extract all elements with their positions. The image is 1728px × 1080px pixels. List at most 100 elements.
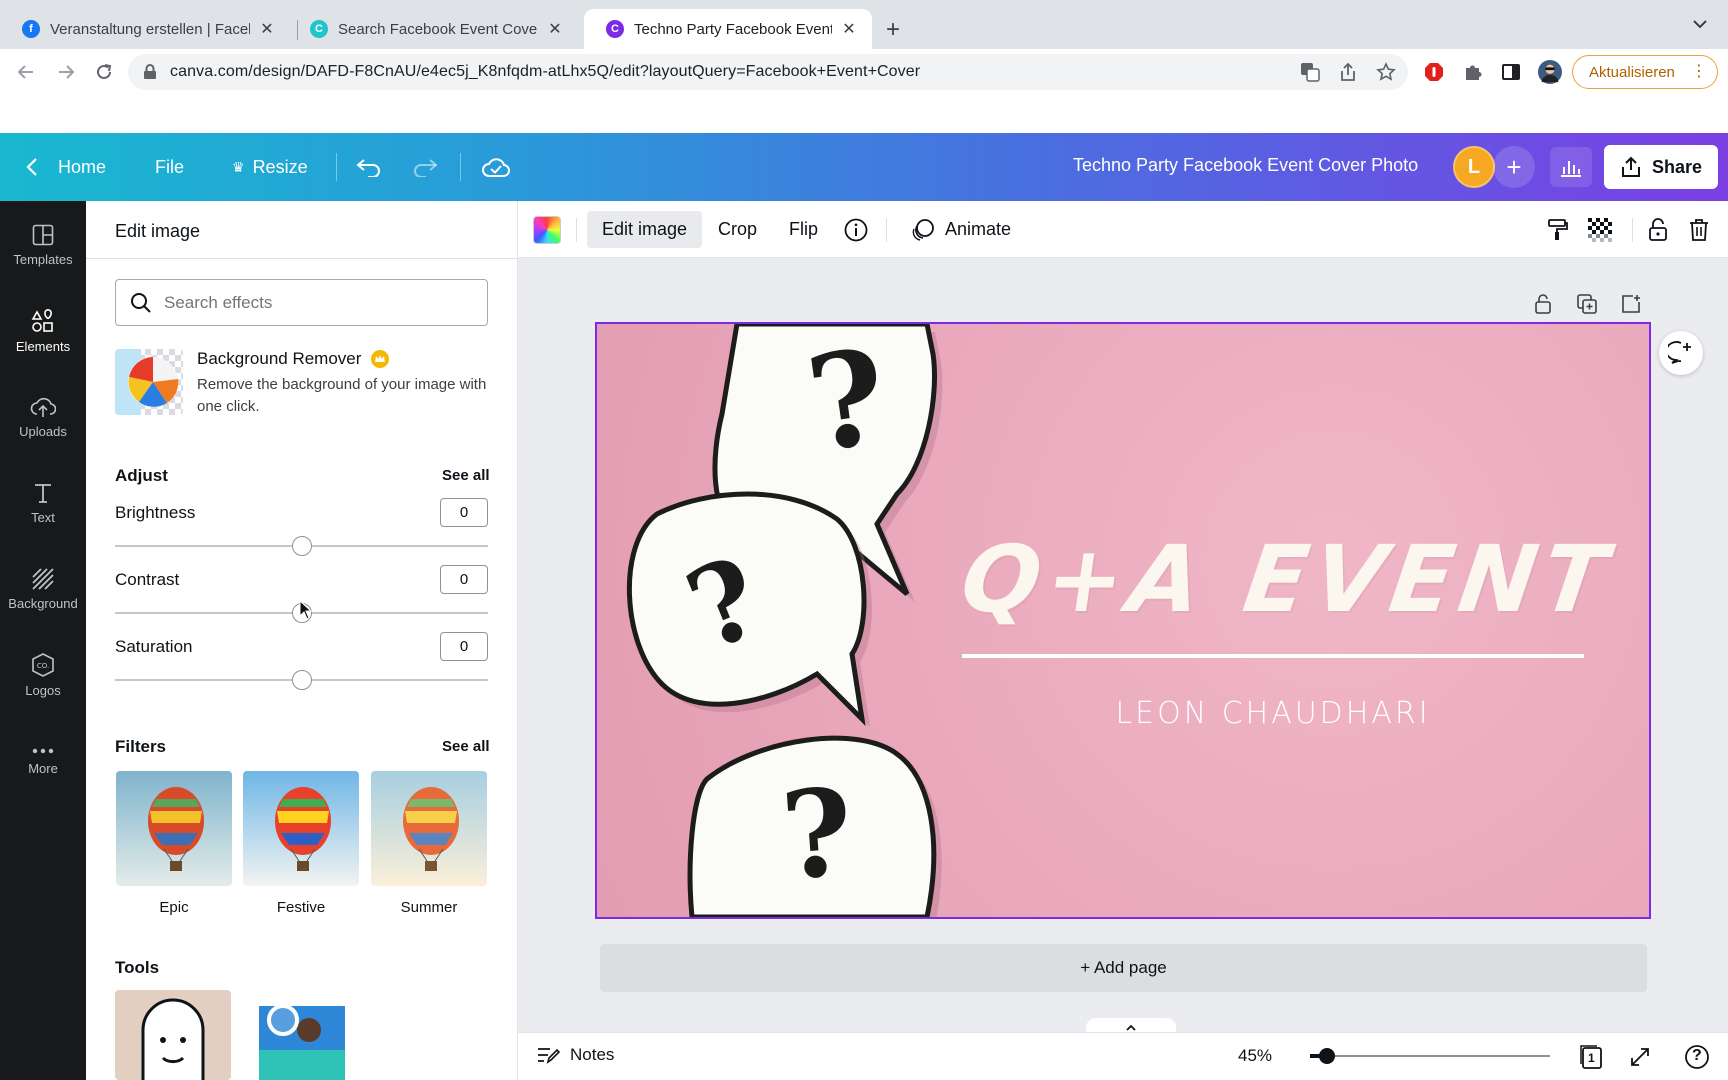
search-effects-input[interactable]: Search effects: [115, 279, 488, 326]
rail-item-templates[interactable]: Templates: [0, 210, 86, 280]
add-page-icon[interactable]: [1620, 293, 1642, 315]
extensions-puzzle-icon[interactable]: [1461, 60, 1485, 84]
notes-button[interactable]: Notes: [536, 1045, 614, 1065]
share-button[interactable]: Share: [1604, 145, 1718, 189]
tab-title: Veranstaltung erstellen | Faceb: [50, 20, 250, 38]
filter-festive-thumbnail[interactable]: [243, 771, 359, 886]
help-icon[interactable]: ?: [1684, 1044, 1710, 1070]
rail-item-text[interactable]: Text: [0, 468, 86, 538]
tool-magic-edit[interactable]: [243, 990, 359, 1080]
browser-tab-search[interactable]: C Search Facebook Event Cover ✕: [288, 9, 578, 49]
kebab-menu-icon: ⋮: [1691, 63, 1707, 80]
forward-icon[interactable]: [54, 60, 78, 84]
filter-epic-thumbnail[interactable]: [116, 771, 232, 886]
panel-title: Edit image: [115, 221, 201, 241]
contrast-value-input[interactable]: 0: [440, 565, 488, 594]
browser-tab-active[interactable]: C Techno Party Facebook Event C ✕: [584, 9, 872, 49]
rail-item-elements[interactable]: Elements: [0, 296, 86, 366]
animate-button[interactable]: Animate: [896, 211, 1026, 248]
reload-icon[interactable]: [92, 60, 116, 84]
zoom-slider-track[interactable]: [1310, 1055, 1550, 1057]
saturation-slider-thumb[interactable]: [292, 670, 312, 690]
color-picker-button[interactable]: [533, 216, 561, 244]
info-icon[interactable]: [843, 217, 869, 243]
undo-button[interactable]: [356, 133, 382, 201]
saturation-value-input[interactable]: 0: [440, 632, 488, 661]
bg-remover-label: Background Remover: [197, 349, 362, 368]
brightness-label: Brightness: [115, 503, 196, 522]
lock-page-icon[interactable]: [1532, 293, 1554, 315]
adblock-extension-icon[interactable]: [1422, 60, 1446, 84]
lock-icon[interactable]: [138, 60, 162, 84]
rail-item-more[interactable]: More: [0, 726, 86, 796]
filter-label: Festive: [276, 899, 326, 916]
adjust-see-all-link[interactable]: See all: [442, 467, 490, 484]
new-tab-button[interactable]: +: [886, 16, 900, 44]
translate-icon[interactable]: [1298, 60, 1322, 84]
transparency-icon[interactable]: [1587, 217, 1613, 243]
home-label: Home: [58, 156, 107, 177]
toolbar-divider: [576, 218, 577, 242]
document-title[interactable]: Techno Party Facebook Event Cover Photo: [1073, 155, 1418, 176]
share-page-icon[interactable]: [1336, 60, 1360, 84]
edit-image-button[interactable]: Edit image: [587, 211, 703, 248]
tab-search-chevron-icon[interactable]: [1692, 18, 1708, 30]
browser-tab-facebook[interactable]: f Veranstaltung erstellen | Faceb ✕: [0, 9, 290, 49]
insights-button[interactable]: [1550, 147, 1592, 187]
filters-see-all-link[interactable]: See all: [442, 738, 490, 755]
zoom-level[interactable]: 45%: [1238, 1046, 1272, 1066]
brightness-slider-thumb[interactable]: [292, 536, 312, 556]
file-menu-button[interactable]: File: [155, 133, 184, 201]
canva-header: Home File ♛ Resize Techno Party Facebook…: [0, 133, 1728, 201]
duplicate-page-icon[interactable]: [1576, 293, 1598, 315]
close-tab-icon[interactable]: ✕: [258, 19, 276, 39]
rail-item-uploads[interactable]: Uploads: [0, 382, 86, 452]
add-page-button[interactable]: + Add page: [600, 944, 1647, 992]
page-count-button[interactable]: 1: [1578, 1044, 1604, 1070]
subtitle-name[interactable]: LEON CHAUDHARI: [962, 696, 1584, 731]
redo-button[interactable]: [412, 133, 438, 201]
cloud-check-icon: [482, 156, 510, 178]
resize-button[interactable]: ♛ Resize: [232, 133, 308, 201]
header-divider: [336, 153, 337, 181]
close-tab-icon[interactable]: ✕: [840, 19, 858, 39]
profile-avatar-icon[interactable]: [1538, 60, 1562, 84]
rail-item-background[interactable]: Background: [0, 554, 86, 624]
background-remover-thumbnail[interactable]: [115, 349, 183, 415]
url-text[interactable]: canva.com/design/DAFD-F8CnAU/e4ec5j_K8nf…: [170, 63, 920, 81]
crop-button[interactable]: Crop: [703, 211, 772, 248]
divider-line[interactable]: [962, 654, 1584, 658]
back-icon[interactable]: [14, 60, 38, 84]
home-button[interactable]: Home: [26, 133, 106, 201]
lock-element-icon[interactable]: [1645, 217, 1671, 243]
headline-text[interactable]: Q+A EVENT: [929, 526, 1644, 633]
side-panel-icon[interactable]: [1499, 60, 1523, 84]
add-comment-button[interactable]: [1659, 331, 1703, 375]
browser-update-button[interactable]: Aktualisieren ⋮: [1572, 55, 1718, 89]
url-path: /design/DAFD-F8CnAU/e4ec5j_K8nfqdm-atLhx…: [248, 63, 921, 80]
zoom-slider-thumb[interactable]: [1319, 1048, 1335, 1064]
paint-roller-icon[interactable]: [1545, 217, 1571, 243]
user-avatar[interactable]: L: [1453, 146, 1495, 188]
help-question-mark: ?: [1692, 1047, 1702, 1064]
brightness-value-input[interactable]: 0: [440, 498, 488, 527]
rail-label: Logos: [25, 682, 61, 698]
rail-label: Uploads: [19, 423, 67, 439]
background-remover-title[interactable]: Background Remover: [197, 349, 390, 369]
tool-face-retouch[interactable]: [115, 990, 231, 1080]
flip-button[interactable]: Flip: [774, 211, 833, 248]
trash-icon[interactable]: [1686, 217, 1712, 243]
animate-label: Animate: [945, 219, 1012, 239]
bookmark-star-icon[interactable]: [1374, 60, 1398, 84]
add-collaborator-button[interactable]: +: [1493, 146, 1535, 188]
canva-icon: C: [606, 20, 624, 38]
close-tab-icon[interactable]: ✕: [546, 19, 564, 39]
filter-summer-thumbnail[interactable]: [371, 771, 487, 886]
design-canvas[interactable]: ? ? ? Q+A EVENT LEON CHAUDHARI: [595, 322, 1651, 919]
text-icon: [33, 482, 53, 504]
rail-item-logos[interactable]: CO. Logos: [0, 640, 86, 710]
cloud-save-button[interactable]: [482, 133, 510, 201]
rail-label: Elements: [15, 338, 71, 354]
fullscreen-expand-icon[interactable]: [1627, 1044, 1653, 1070]
rail-label: Templates: [13, 251, 73, 267]
